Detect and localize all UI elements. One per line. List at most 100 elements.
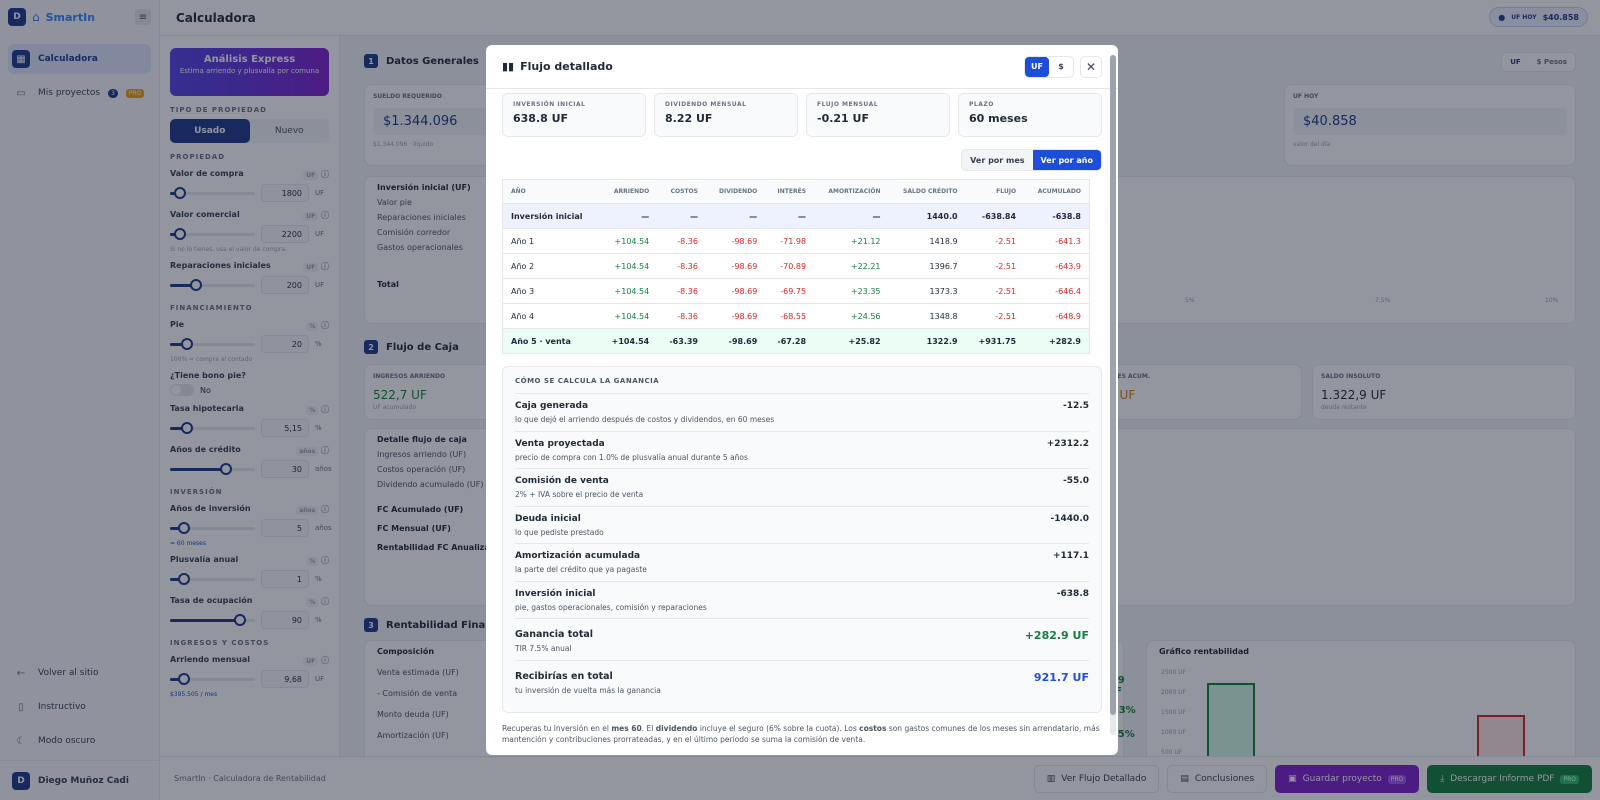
table-cell: 1373.3 [888,278,966,304]
row-title: Recibirías en total [515,671,613,682]
row-sub: tu inversión de vuelta más la ganancia [515,686,661,695]
row-title: Deuda inicial [515,513,581,524]
table-cell: -98.69 [705,228,766,254]
table-cell: -2.51 [965,303,1025,329]
table-row: Año 2 +104.54 -8.36 -98.69 -70.89 +22.21 1396.… [502,253,1090,279]
note-text: incluye el seguro (6% sobre la cuota). L… [697,724,860,733]
table-cell: 1440.0 [888,203,966,229]
table-cell: 1348.8 [888,303,966,329]
table-cell: -70.89 [765,253,815,279]
flujo-detallado-modal: ▮▮ Flujo detallado UF $ ✕ INVERSIÓN INIC… [486,45,1118,755]
row-title: Ganancia total [515,629,594,640]
kpi-plazo: PLAZO 60 meses [958,93,1102,137]
kpi-label: INVERSIÓN INICIAL [513,101,586,108]
table-cell: 1396.7 [888,253,966,279]
table-cell: +25.82 [814,328,889,354]
table-cell: -646.4 [1024,278,1090,304]
bar-chart-icon: ▮▮ [502,60,515,73]
table-cell: +21.12 [814,228,889,254]
kpi-dividendo: DIVIDENDO MENSUAL 8.22 UF [654,93,798,137]
table-cell: -98.69 [705,303,766,329]
view-switch: Ver por mes Ver por año [486,137,1118,179]
table-cell: -643.9 [1024,253,1090,279]
table-cell: +104.54 [598,303,658,329]
table-cell: +282.9 [1024,328,1090,354]
row-value: -638.8 [1056,588,1089,599]
note-bold: dividendo [655,724,698,733]
column-header: ACUMULADO [1024,179,1090,204]
kpi-value: -0.21 UF [817,112,869,125]
uf-option[interactable]: UF [1025,56,1049,77]
scrollbar-thumb[interactable] [1110,55,1116,715]
modal-note: Recuperas tu inversión en el mes 60. El … [486,713,1118,755]
kpi-value: 8.22 UF [665,112,713,125]
currency-toggle: UF $ [1024,55,1074,78]
table-row: Año 3 +104.54 -8.36 -98.69 -69.75 +23.35 1373.… [502,278,1090,304]
row-sub: lo que pediste prestado [515,527,604,537]
table-cell: -8.36 [657,228,706,254]
modal-scrollbar[interactable] [1110,55,1116,735]
kpi-flujo: FLUJO MENSUAL -0.21 UF [806,93,950,137]
table-cell: -648.9 [1024,303,1090,329]
row-sub: pie, gastos operacionales, comisión y re… [515,602,707,612]
close-icon[interactable]: ✕ [1080,55,1102,78]
ver-por-mes-button[interactable]: Ver por mes [962,150,1033,170]
kpi-label: PLAZO [969,101,994,108]
breakdown-row: Inversión inicial pie, gastos operacional… [515,580,1089,619]
table-cell: Año 1 [502,228,599,254]
row-sub: lo que dejó el arriendo después de costo… [515,415,775,424]
modal-header: ▮▮ Flujo detallado UF $ ✕ [486,45,1118,89]
table-cell: Año 3 [502,278,599,304]
row-value: +2312.2 [1046,438,1089,449]
table-cell: +104.54 [598,253,658,279]
table-cell: +931.75 [965,328,1025,354]
note-bold: mes 60 [611,724,642,733]
table-row: Año 5 · venta +104.54 -63.39 -98.69 -67.28 +2… [502,328,1090,354]
table-cell: -68.55 [765,303,815,329]
pesos-option[interactable]: $ [1049,57,1073,77]
ganancia-breakdown: CÓMO SE CALCULA LA GANANCIA Caja generad… [502,366,1102,713]
column-header: DIVIDENDO [705,179,766,204]
row-value: +282.9 UF [1024,629,1089,642]
table-cell: -71.98 [765,228,815,254]
table-cell: +23.35 [814,278,889,304]
table-cell: 1322.9 [888,328,966,354]
kpi-label: DIVIDENDO MENSUAL [665,101,747,108]
table-cell: Año 2 [502,253,599,279]
table-cell: 1418.9 [888,228,966,254]
table-cell: -2.51 [965,278,1025,304]
row-value: 921.7 UF [1033,671,1089,684]
row-value: -1440.0 [1050,513,1089,524]
column-header: INTERÉS [765,179,815,204]
kpi-value: 60 meses [969,112,1028,125]
table-cell: — [705,203,766,229]
breakdown-row: Deuda inicial lo que pediste prestado -144… [515,505,1089,544]
table-cell: +104.54 [598,278,658,304]
table-cell: +104.54 [598,328,658,354]
table-cell: +22.21 [814,253,889,279]
table-cell: -641.3 [1024,228,1090,254]
breakdown-row: Amortización acumulada la parte del crédi… [515,543,1089,581]
breakdown-row: Caja generada lo que dejó el arriendo des… [515,393,1089,431]
row-sub: TIR 7.5% anual [515,644,572,653]
ver-por-ano-button[interactable]: Ver por año [1032,150,1101,170]
column-header: AMORTIZACIÓN [814,179,889,204]
table-cell: -98.69 [705,278,766,304]
kpi-value: 638.8 UF [513,112,569,125]
column-header: SALDO CRÉDITO [888,179,966,204]
flujo-table: AÑO ARRIENDO COSTOS DIVIDENDO INTERÉS AMORTIZ… [502,179,1090,354]
kpi-row: INVERSIÓN INICIAL 638.8 UF DIVIDENDO MENS… [486,89,1118,137]
modal-title: Flujo detallado [520,60,613,73]
column-header: FLUJO [965,179,1025,204]
table-cell: Año 5 · venta [502,328,599,354]
table-cell: Inversión inicial [502,203,599,229]
row-title: Inversión inicial [515,588,596,599]
row-title: Venta proyectada [515,438,605,449]
row-value: -55.0 [1063,476,1089,486]
table-cell: Año 4 [502,303,599,329]
ganancia-total-row: Ganancia total TIR 7.5% anual +282.9 UF [515,618,1089,660]
table-cell: -8.36 [657,278,706,304]
note-bold: costos [859,724,887,733]
row-value: -12.5 [1063,401,1089,411]
row-title: Comisión de venta [515,476,609,486]
